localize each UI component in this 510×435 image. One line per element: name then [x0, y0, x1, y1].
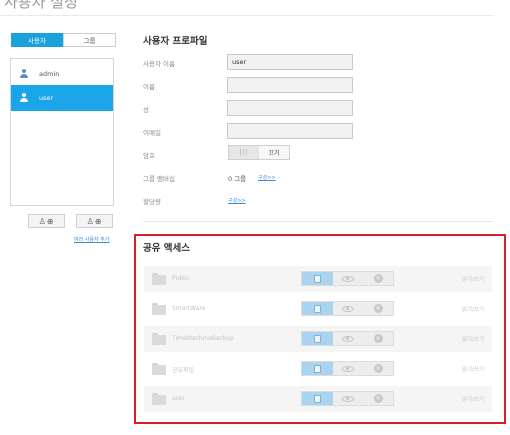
read-only-icon	[342, 305, 354, 312]
read-write-icon	[314, 364, 321, 373]
read-only-icon	[342, 335, 354, 342]
username-input[interactable]	[227, 54, 353, 70]
read-write-option[interactable]	[302, 362, 333, 375]
group-membership-label: 그룹 멤버십	[143, 175, 175, 183]
password-toggle-label: 끄기	[259, 146, 289, 159]
add-multiple-users-icon: ♙⊕	[86, 216, 103, 226]
user-list: admin user	[10, 58, 114, 206]
no-access-icon: ×	[373, 364, 383, 373]
no-access-option[interactable]: ×	[363, 392, 393, 405]
no-access-option[interactable]: ×	[363, 332, 393, 345]
firstname-input[interactable]	[227, 77, 353, 93]
read-only-option[interactable]	[333, 332, 363, 345]
no-access-option[interactable]: ×	[363, 302, 393, 315]
profile-title: 사용자 프로파일	[143, 36, 208, 47]
folder-icon	[152, 273, 166, 285]
read-write-icon	[314, 304, 321, 313]
admin-user-icon	[19, 69, 29, 79]
lastname-input[interactable]	[227, 100, 353, 116]
share-row: SmartWare × 읽기/쓰기	[144, 296, 492, 322]
permission-selector[interactable]: ×	[301, 301, 394, 316]
permission-label: 읽기/쓰기	[461, 367, 484, 373]
read-only-icon	[342, 365, 354, 372]
permission-label: 읽기/쓰기	[461, 397, 484, 403]
share-row: TimeMachineBackup × 읽기/쓰기	[144, 326, 492, 352]
add-multiple-users-button[interactable]: ♙⊕	[76, 214, 113, 228]
user-name-label: user	[39, 94, 54, 102]
header-divider	[0, 15, 493, 16]
read-only-option[interactable]	[333, 392, 363, 405]
permission-label: 읽기/쓰기	[461, 277, 484, 283]
section-divider	[143, 221, 493, 222]
password-label: 암호	[143, 152, 155, 160]
user-list-item-admin[interactable]: admin	[11, 61, 113, 87]
page-title: 사용자 설정	[4, 0, 78, 11]
read-write-option[interactable]	[302, 392, 333, 405]
quota-label: 할당량	[143, 198, 161, 206]
add-multiple-users-link[interactable]: 여러 사용자 추가	[74, 236, 109, 243]
permission-selector[interactable]: ×	[301, 361, 394, 376]
share-row: 공유파일 × 읽기/쓰기	[144, 356, 492, 382]
no-access-icon: ×	[373, 394, 383, 403]
group-count: 0 그룹	[228, 175, 247, 183]
password-toggle-off: |||	[229, 146, 259, 159]
read-only-icon	[342, 275, 354, 282]
share-name: TimeMachineBackup	[172, 335, 234, 342]
no-access-option[interactable]: ×	[363, 362, 393, 375]
no-access-icon: ×	[373, 274, 383, 283]
read-write-icon	[314, 334, 321, 343]
permission-label: 읽기/쓰기	[461, 337, 484, 343]
permission-selector[interactable]: ×	[301, 331, 394, 346]
add-user-button[interactable]: ♙⊕	[28, 214, 65, 228]
read-write-option[interactable]	[302, 272, 333, 285]
read-only-option[interactable]	[333, 362, 363, 375]
share-name: SmartWare	[172, 305, 206, 312]
read-write-icon	[314, 274, 321, 283]
tab-users[interactable]: 사용자	[11, 33, 63, 47]
share-access-title: 공유 액세스	[143, 243, 191, 254]
firstname-label: 이름	[143, 83, 155, 91]
password-toggle[interactable]: ||| 끄기	[228, 145, 290, 160]
quota-configure-link[interactable]: 구성>>	[228, 197, 246, 204]
add-user-icon: ♙⊕	[38, 216, 55, 226]
group-configure-link[interactable]: 구성>>	[258, 174, 276, 181]
lastname-label: 성	[143, 106, 149, 114]
no-access-option[interactable]: ×	[363, 272, 393, 285]
read-only-option[interactable]	[333, 302, 363, 315]
folder-icon	[152, 333, 166, 345]
user-list-item-user[interactable]: user	[11, 85, 113, 111]
tab-groups[interactable]: 그룹	[63, 33, 116, 47]
permission-label: 읽기/쓰기	[461, 307, 484, 313]
read-only-icon	[342, 395, 354, 402]
read-write-option[interactable]	[302, 332, 333, 345]
read-only-option[interactable]	[333, 272, 363, 285]
share-row: user × 읽기/쓰기	[144, 386, 492, 412]
folder-icon	[152, 393, 166, 405]
share-name: 공유파일	[172, 367, 195, 374]
share-name: Public	[172, 275, 190, 282]
permission-selector[interactable]: ×	[301, 391, 394, 406]
email-label: 이메일	[143, 129, 161, 137]
no-access-icon: ×	[373, 334, 383, 343]
share-name: user	[172, 395, 186, 402]
share-row: Public × 읽기/쓰기	[144, 266, 492, 292]
email-input[interactable]	[227, 123, 353, 139]
username-label: 사용자 이름	[143, 60, 175, 68]
read-write-icon	[314, 394, 321, 403]
user-icon	[19, 93, 29, 103]
permission-selector[interactable]: ×	[301, 271, 394, 286]
user-name-label: admin	[39, 70, 60, 78]
read-write-option[interactable]	[302, 302, 333, 315]
folder-icon	[152, 363, 166, 375]
folder-icon	[152, 303, 166, 315]
no-access-icon: ×	[373, 304, 383, 313]
